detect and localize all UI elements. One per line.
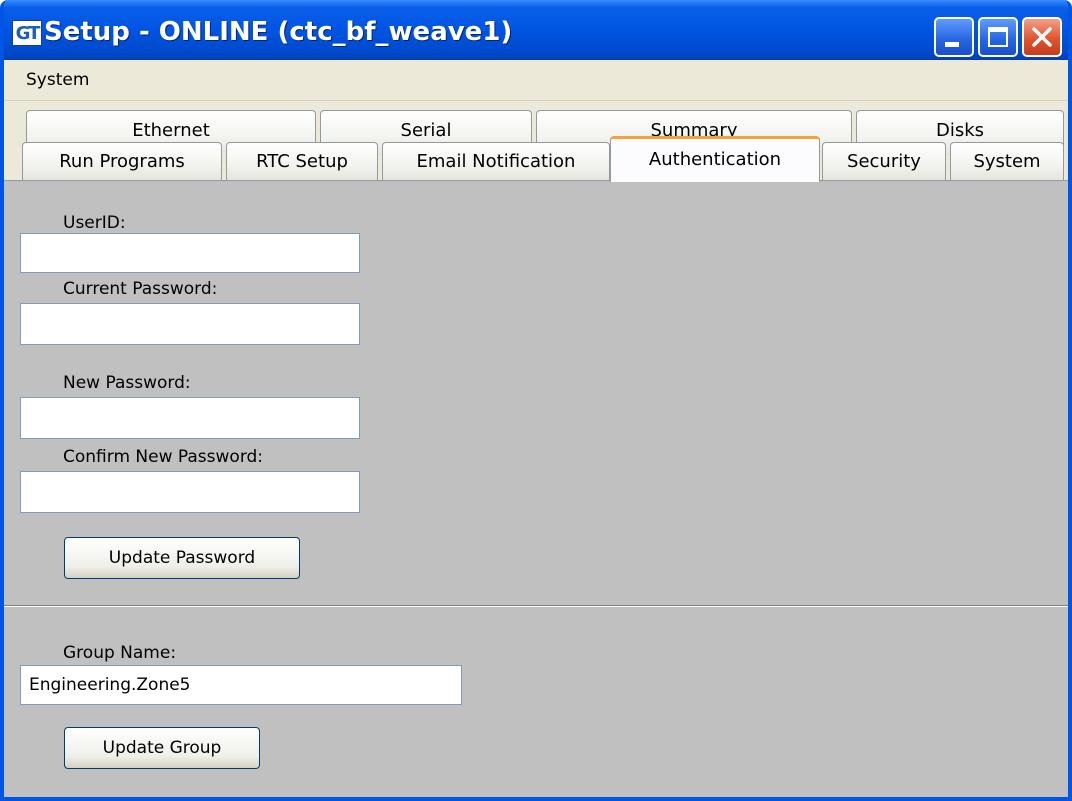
- setup-window: GT Setup - ONLINE (ctc_bf_weave1) System…: [0, 0, 1072, 801]
- authentication-panel: UserID: Current Password: New Password: …: [4, 180, 1068, 797]
- group-name-input[interactable]: [20, 665, 462, 705]
- tab-authentication[interactable]: Authentication: [610, 136, 820, 182]
- close-button[interactable]: [1022, 17, 1062, 57]
- section-divider: [4, 605, 1068, 607]
- current-password-label: Current Password:: [63, 279, 218, 299]
- tab-strip: Ethernet Serial Summary Disks Run Progra…: [4, 100, 1068, 182]
- current-password-input[interactable]: [20, 303, 360, 345]
- tab-run-programs[interactable]: Run Programs: [22, 142, 222, 180]
- close-icon: [1032, 27, 1052, 47]
- minimize-icon: [945, 42, 959, 47]
- title-bar[interactable]: GT Setup - ONLINE (ctc_bf_weave1): [4, 0, 1068, 60]
- confirm-password-label: Confirm New Password:: [63, 447, 264, 467]
- tab-security[interactable]: Security: [822, 142, 946, 180]
- app-icon-text: GT: [15, 22, 41, 44]
- tab-rtc-setup[interactable]: RTC Setup: [226, 142, 378, 180]
- userid-input[interactable]: [20, 233, 360, 273]
- userid-label: UserID:: [63, 213, 126, 233]
- tab-system[interactable]: System: [950, 142, 1064, 180]
- window-title: Setup - ONLINE (ctc_bf_weave1): [44, 17, 513, 47]
- maximize-icon: [988, 27, 1008, 47]
- menu-system[interactable]: System: [26, 70, 89, 90]
- new-password-input[interactable]: [20, 397, 360, 439]
- minimize-button[interactable]: [934, 17, 974, 57]
- app-icon[interactable]: GT: [12, 20, 42, 46]
- menu-bar: System: [4, 60, 1068, 101]
- confirm-password-input[interactable]: [20, 471, 360, 513]
- maximize-button[interactable]: [978, 17, 1018, 57]
- tab-email-notification[interactable]: Email Notification: [382, 142, 610, 180]
- group-name-label: Group Name:: [63, 643, 177, 663]
- new-password-label: New Password:: [63, 373, 191, 393]
- update-group-button[interactable]: Update Group: [64, 727, 260, 769]
- update-password-button[interactable]: Update Password: [64, 537, 300, 579]
